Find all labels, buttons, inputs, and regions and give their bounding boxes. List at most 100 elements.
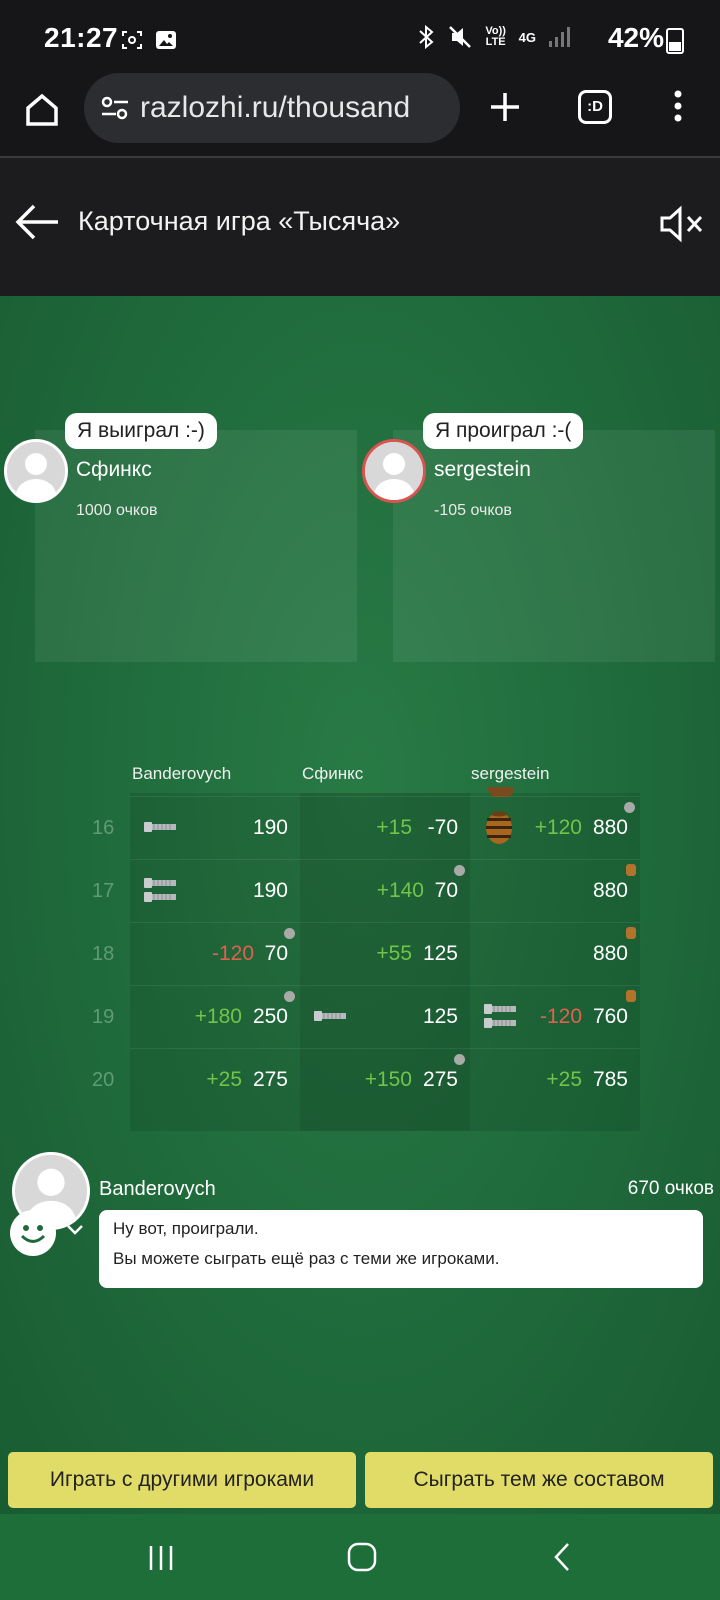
bolt-icon [144,822,176,832]
sound-off-icon[interactable] [658,204,704,244]
speech-bubble-winner: Я выиграл :-) [65,413,217,449]
back-nav-icon[interactable] [552,1542,572,1572]
cumulative-score: 190 [252,879,288,902]
status-bar: 21:27 Vo)) LTE 4G 42% [0,0,720,78]
cumulative-score: 785 [592,1068,628,1091]
play-with-others-button[interactable]: Играть с другими игроками [8,1452,356,1508]
score-cell: 275 +25 [130,1049,300,1112]
table-row: 17 190 70 +140 880 [92,859,640,923]
score-cell: 190 [130,797,300,860]
mute-icon [448,26,471,48]
new-tab-icon[interactable] [488,90,522,124]
score-cell: 760 -120 [470,986,640,1049]
cumulative-score: 275 [422,1068,458,1091]
dealer-dot-icon [284,991,295,1002]
double-bolt-icon [484,1004,516,1028]
mini-barrel-icon [626,927,636,939]
avatar [4,439,68,503]
column-header: sergestein [471,764,550,783]
cumulative-score: 880 [592,816,628,839]
score-cell: 275 +150 [300,1049,470,1112]
score-cell: 785 +25 [470,1049,640,1112]
tabs-button[interactable]: :D [578,90,612,124]
table-row: 18 70 -120 125 +55 880 [92,922,640,986]
player-score: -105 очков [434,502,512,519]
player-name: sergestein [434,458,531,481]
more-menu-icon[interactable] [670,88,686,124]
bolt-icon [314,1011,346,1021]
home-icon[interactable] [20,88,64,132]
mini-barrel-icon [626,864,636,876]
emoji-button[interactable] [10,1210,56,1256]
chat-line: Вы можете сыграть ещё раз с теми же игро… [113,1249,500,1268]
avatar [362,439,426,503]
home-nav-icon[interactable] [347,1542,377,1572]
score-cell: 125 +55 [300,923,470,986]
cumulative-score: 880 [592,942,628,965]
battery-percent: 42% [607,22,664,53]
signal-icon [549,27,570,47]
dealer-dot-icon [284,928,295,939]
smiley-icon [20,1225,46,1243]
round-number: 20 [92,1069,115,1091]
column-header: Banderovych [132,764,232,783]
double-bolt-icon [144,878,176,902]
person-icon [365,442,423,500]
page-title: Карточная игра «Тысяча» [78,206,401,236]
person-icon [7,442,65,500]
cumulative-score: 70 [264,942,288,965]
score-cell: 880 [470,923,640,986]
round-delta: +55 [376,942,412,965]
cumulative-score: 275 [252,1068,288,1091]
url-text[interactable]: razlozhi.ru/thousand [140,91,410,125]
cumulative-score: 880 [592,879,628,902]
network-label: 4G [518,29,536,45]
status-time: 21:27 [44,22,119,53]
round-number: 19 [92,1006,115,1028]
score-cell: 70 -120 [130,923,300,986]
play-same-players-button[interactable]: Сыграть тем же составом [365,1452,713,1508]
url-bar[interactable]: razlozhi.ru/thousand [84,73,460,143]
table-row: 19 250 +180 125 760 -120 [92,985,640,1049]
screenshot-icon [122,31,142,49]
chevron-down-icon[interactable] [66,1224,84,1236]
recent-apps-icon[interactable] [147,1544,175,1572]
round-delta: +15 [376,816,412,839]
speech-bubble-loser: Я проиграл :-( [423,413,584,449]
round-delta: +140 [376,879,424,902]
cumulative-score: -70 [427,816,458,839]
round-delta: -120 [539,1005,582,1028]
round-delta: +25 [546,1068,582,1091]
round-delta: +120 [534,816,582,839]
site-settings-icon[interactable] [100,95,130,121]
cumulative-score: 125 [422,1005,458,1028]
barrel-icon [486,811,512,844]
dealer-dot-icon [454,1054,465,1065]
score-cell: 880 +120 [470,797,640,860]
score-cell: 250 +180 [130,986,300,1049]
table-row: 16 190 -70 +15 880 +120 [92,796,640,860]
round-delta: +150 [364,1068,412,1091]
round-number: 17 [92,880,115,902]
system-nav-bar [0,1514,720,1600]
chat-message: Ну вот, проиграли. Вы можете сыграть ещё… [99,1210,703,1288]
mini-barrel-icon [626,990,636,1002]
round-delta: +25 [206,1068,242,1091]
score-cell: 190 [130,860,300,923]
browser-toolbar: razlozhi.ru/thousand :D [0,73,720,158]
volte-label: Vo)) LTE [485,25,506,48]
column-header: Сфинкс [302,764,364,783]
score-table[interactable]: 16 190 -70 +15 880 +120 17 190 70 +140 880 18 70 -120… [92,787,640,1131]
back-arrow-icon[interactable] [14,202,60,242]
cumulative-score: 190 [252,816,288,839]
chat-line: Ну вот, проиграли. [113,1219,259,1238]
score-cell: -70 +15 [300,797,470,860]
cumulative-score: 125 [422,942,458,965]
dealer-dot-icon [454,865,465,876]
bluetooth-icon [418,24,434,50]
round-delta: -120 [211,942,254,965]
player-score: 1000 очков [76,502,158,519]
score-cell: 880 [470,860,640,923]
cumulative-score: 760 [592,1005,628,1028]
chat-player-score: 670 очков [627,1178,714,1199]
